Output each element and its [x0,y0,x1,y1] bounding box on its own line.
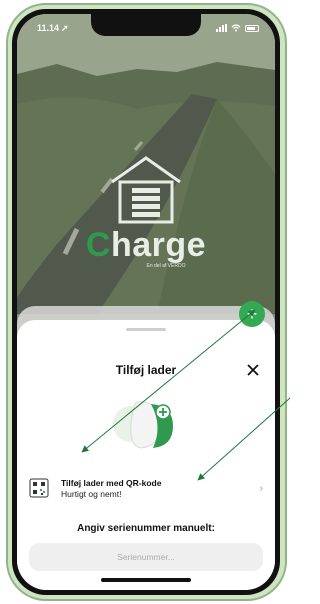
home-indicator [101,578,191,582]
qr-option-subtitle: Hurtigt og nemt! [61,488,122,499]
add-charger-button[interactable]: + [239,301,265,327]
qr-option-title: Tilføj lader med QR-kode [61,477,162,488]
add-charger-sheet: Tilføj lader Tilføj lader med QR-kode Hu… [17,320,275,590]
sheet-drag-handle[interactable] [126,328,166,331]
manual-serial-label: Angiv serienummer manuelt: [77,523,215,534]
garage-house-icon [111,156,181,224]
camera-notch [91,14,201,36]
close-icon[interactable] [245,362,261,378]
status-icons [216,24,259,32]
chevron-right-icon: › [259,482,263,494]
wifi-icon [231,24,241,32]
sheet-title: Tilføj lader [115,363,177,377]
cellular-signal-icon [216,24,227,32]
app-logo: Charge En del af VERDO [17,154,275,269]
app-screen: 11.14 ➚ Charge En del af VERDO + Tilføj … [17,14,275,590]
status-time: 11.14 ➚ [37,22,69,34]
location-arrow-icon: ➚ [61,22,69,33]
brand-wordmark: Charge [85,226,207,264]
phone-bezel: 11.14 ➚ Charge En del af VERDO + Tilføj … [12,9,280,595]
add-via-qr-option[interactable]: Tilføj lader med QR-kode Hurtigt og nemt… [29,470,263,506]
serial-number-input[interactable] [29,543,263,571]
qr-code-icon [29,478,49,498]
battery-icon [245,24,259,32]
charger-illustration [113,401,173,449]
